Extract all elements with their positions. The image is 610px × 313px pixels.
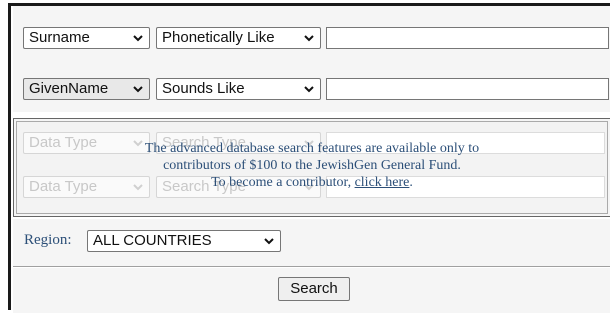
- region-select[interactable]: ALL COUNTRIES: [87, 230, 281, 252]
- surname-input[interactable]: [326, 27, 609, 49]
- notice-line-3: To become a contributor, click here.: [17, 174, 607, 191]
- notice-line-3-prefix: To become a contributor,: [211, 175, 352, 190]
- region-select-value: ALL COUNTRIES: [93, 232, 212, 249]
- match-select-1[interactable]: Phonetically Like: [156, 27, 321, 49]
- advanced-search-inner: Data Type Search Type Data Type Search T…: [16, 121, 608, 214]
- contributor-notice: The advanced database search features ar…: [17, 140, 607, 191]
- search-button[interactable]: Search: [278, 277, 350, 301]
- givenname-input[interactable]: [326, 78, 609, 100]
- field-select-2-value: GivenName: [29, 80, 109, 97]
- chevron-down-icon: [304, 86, 314, 93]
- region-row: Region: ALL COUNTRIES: [13, 219, 610, 266]
- notice-line-2: contributors of $100 to the JewishGen Ge…: [163, 158, 461, 173]
- match-select-2-value: Sounds Like: [162, 80, 245, 97]
- region-label: Region:: [24, 232, 72, 248]
- match-select-2[interactable]: Sounds Like: [156, 78, 321, 100]
- match-select-1-value: Phonetically Like: [162, 29, 275, 46]
- field-select-2[interactable]: GivenName: [23, 78, 150, 100]
- notice-line-1: The advanced database search features ar…: [144, 141, 480, 156]
- surname-search-row: Surname Phonetically Like: [13, 6, 610, 68]
- notice-line-3-suffix: .: [409, 175, 413, 190]
- chevron-down-icon: [133, 86, 143, 93]
- advanced-search-panel: Data Type Search Type Data Type Search T…: [13, 118, 610, 217]
- divider: [13, 266, 610, 267]
- chevron-down-icon: [264, 238, 274, 245]
- field-select-1[interactable]: Surname: [23, 27, 150, 49]
- chevron-down-icon: [133, 35, 143, 42]
- click-here-link[interactable]: click here: [355, 175, 410, 190]
- givenname-search-row: GivenName Sounds Like: [13, 68, 610, 112]
- search-form: Surname Phonetically Like GivenName Soun…: [8, 3, 610, 313]
- chevron-down-icon: [304, 35, 314, 42]
- search-row: Search: [13, 268, 610, 313]
- field-select-1-value: Surname: [29, 29, 90, 46]
